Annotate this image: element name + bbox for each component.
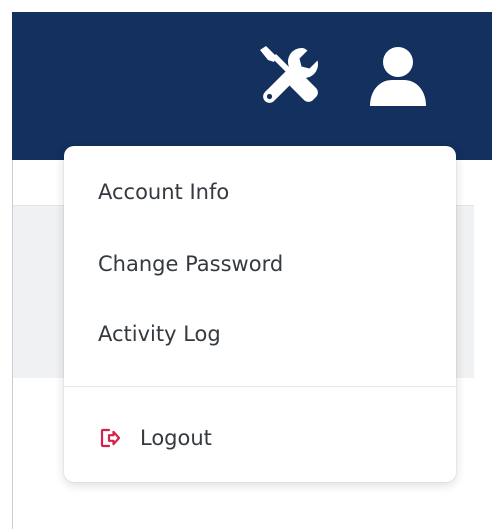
tools-icon bbox=[260, 46, 318, 103]
logout-label: Logout bbox=[140, 426, 212, 450]
user-dropdown-menu: Account Info Change Password Activity Lo… bbox=[64, 146, 456, 482]
menu-item-label: Account Info bbox=[98, 180, 230, 204]
menu-item-account-info[interactable]: Account Info bbox=[64, 162, 456, 222]
user-menu-button[interactable] bbox=[362, 40, 434, 112]
menu-item-label: Activity Log bbox=[98, 322, 221, 346]
menu-divider bbox=[64, 386, 456, 387]
menu-item-activity-log[interactable]: Activity Log bbox=[64, 304, 456, 364]
logout-icon bbox=[98, 426, 122, 450]
tools-button[interactable] bbox=[252, 40, 324, 112]
menu-item-label: Change Password bbox=[98, 252, 284, 276]
user-icon bbox=[370, 47, 426, 106]
menu-item-change-password[interactable]: Change Password bbox=[64, 234, 456, 294]
menu-item-logout[interactable]: Logout bbox=[64, 408, 456, 468]
